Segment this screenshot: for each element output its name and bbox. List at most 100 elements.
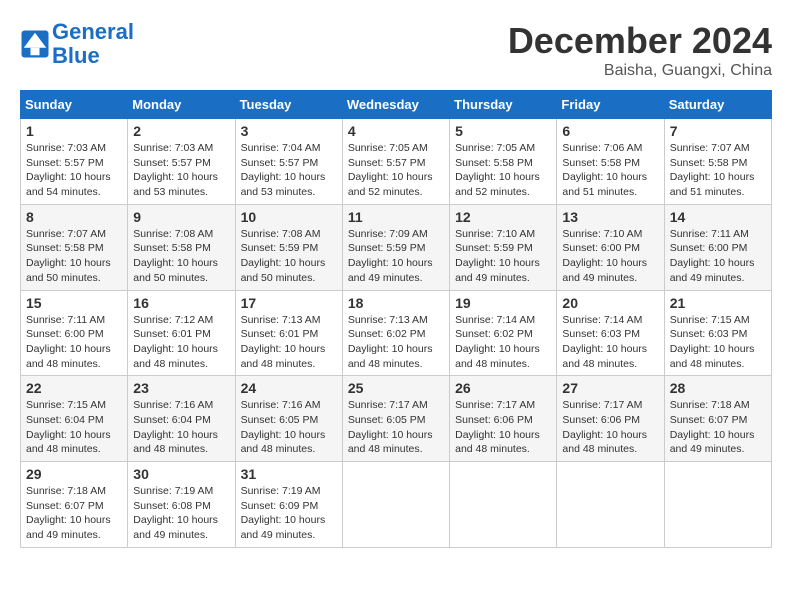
calendar-table: SundayMondayTuesdayWednesdayThursdayFrid… [20,90,772,548]
day-info: Sunrise: 7:07 AMSunset: 5:58 PMDaylight:… [26,228,111,284]
day-number: 19 [455,295,551,311]
day-info: Sunrise: 7:03 AMSunset: 5:57 PMDaylight:… [26,142,111,198]
day-info: Sunrise: 7:09 AMSunset: 5:59 PMDaylight:… [348,228,433,284]
calendar-day-14: 14 Sunrise: 7:11 AMSunset: 6:00 PMDayligh… [664,204,771,290]
calendar-day-27: 27Sunrise: 7:17 AMSunset: 6:06 PMDayligh… [557,376,664,462]
calendar-day-11: 11 Sunrise: 7:09 AMSunset: 5:59 PMDayligh… [342,204,449,290]
calendar-day-24: 24Sunrise: 7:16 AMSunset: 6:05 PMDayligh… [235,376,342,462]
calendar-day-29: 29 Sunrise: 7:18 AMSunset: 6:07 PMDayligh… [21,462,128,548]
title-block: December 2024 Baisha, Guangxi, China [508,20,772,80]
calendar-day-12: 12 Sunrise: 7:10 AMSunset: 5:59 PMDayligh… [450,204,557,290]
logo-text: General Blue [52,20,134,68]
calendar-day-15: 15 Sunrise: 7:11 AMSunset: 6:00 PMDayligh… [21,290,128,376]
day-number: 12 [455,209,551,225]
day-number: 9 [133,209,229,225]
day-number: 20 [562,295,658,311]
day-number: 29 [26,466,122,482]
day-info: Sunrise: 7:06 AMSunset: 5:58 PMDaylight:… [562,142,647,198]
day-info: Sunrise: 7:13 AMSunset: 6:01 PMDaylight:… [241,314,326,370]
calendar-day-31: 31 Sunrise: 7:19 AMSunset: 6:09 PMDayligh… [235,462,342,548]
day-number: 28 [670,380,766,396]
day-info: Sunrise: 7:03 AMSunset: 5:57 PMDaylight:… [133,142,218,198]
day-info: Sunrise: 7:19 AMSunset: 6:09 PMDaylight:… [241,485,326,541]
calendar-day-13: 13 Sunrise: 7:10 AMSunset: 6:00 PMDayligh… [557,204,664,290]
day-number: 16 [133,295,229,311]
calendar-day-23: 23 Sunrise: 7:16 AMSunset: 6:04 PMDayligh… [128,376,235,462]
day-number: 3 [241,123,337,139]
day-info: Sunrise: 7:16 AMSunset: 6:04 PMDaylight:… [133,399,218,455]
calendar-day-2: 2 Sunrise: 7:03 AMSunset: 5:57 PMDaylight… [128,119,235,205]
day-number: 2 [133,123,229,139]
day-info: Sunrise: 7:14 AMSunset: 6:03 PMDaylight:… [562,314,647,370]
day-number: 5 [455,123,551,139]
day-number: 14 [670,209,766,225]
day-info: Sunrise: 7:05 AMSunset: 5:57 PMDaylight:… [348,142,433,198]
day-info: Sunrise: 7:08 AMSunset: 5:59 PMDaylight:… [241,228,326,284]
day-info: Sunrise: 7:17 AMSunset: 6:05 PMDaylight:… [348,399,433,455]
day-info: Sunrise: 7:08 AMSunset: 5:58 PMDaylight:… [133,228,218,284]
logo: General Blue [20,20,134,68]
day-info: Sunrise: 7:04 AMSunset: 5:57 PMDaylight:… [241,142,326,198]
day-number: 4 [348,123,444,139]
page-header: General Blue December 2024 Baisha, Guang… [20,20,772,80]
day-info: Sunrise: 7:17 AMSunset: 6:06 PMDaylight:… [562,399,647,455]
calendar-day-19: 19 Sunrise: 7:14 AMSunset: 6:02 PMDayligh… [450,290,557,376]
day-number: 30 [133,466,229,482]
day-info: Sunrise: 7:07 AMSunset: 5:58 PMDaylight:… [670,142,755,198]
day-header-friday: Friday [557,91,664,119]
day-info: Sunrise: 7:05 AMSunset: 5:58 PMDaylight:… [455,142,540,198]
calendar-day-empty [450,462,557,548]
day-number: 18 [348,295,444,311]
day-header-wednesday: Wednesday [342,91,449,119]
day-info: Sunrise: 7:10 AMSunset: 5:59 PMDaylight:… [455,228,540,284]
day-number: 26 [455,380,551,396]
day-number: 8 [26,209,122,225]
calendar-day-7: 7 Sunrise: 7:07 AMSunset: 5:58 PMDaylight… [664,119,771,205]
calendar-day-8: 8 Sunrise: 7:07 AMSunset: 5:58 PMDaylight… [21,204,128,290]
calendar-day-22: 22Sunrise: 7:15 AMSunset: 6:04 PMDayligh… [21,376,128,462]
day-number: 17 [241,295,337,311]
calendar-day-4: 4 Sunrise: 7:05 AMSunset: 5:57 PMDaylight… [342,119,449,205]
day-header-monday: Monday [128,91,235,119]
day-number: 13 [562,209,658,225]
day-number: 31 [241,466,337,482]
calendar-day-6: 6 Sunrise: 7:06 AMSunset: 5:58 PMDaylight… [557,119,664,205]
day-header-thursday: Thursday [450,91,557,119]
calendar-day-9: 9 Sunrise: 7:08 AMSunset: 5:58 PMDaylight… [128,204,235,290]
day-number: 15 [26,295,122,311]
calendar-day-empty [342,462,449,548]
calendar-day-18: 18 Sunrise: 7:13 AMSunset: 6:02 PMDayligh… [342,290,449,376]
day-number: 6 [562,123,658,139]
logo-icon [20,29,50,59]
day-info: Sunrise: 7:12 AMSunset: 6:01 PMDaylight:… [133,314,218,370]
day-info: Sunrise: 7:13 AMSunset: 6:02 PMDaylight:… [348,314,433,370]
day-number: 23 [133,380,229,396]
calendar-week-2: 8 Sunrise: 7:07 AMSunset: 5:58 PMDaylight… [21,204,772,290]
calendar-day-17: 17 Sunrise: 7:13 AMSunset: 6:01 PMDayligh… [235,290,342,376]
calendar-day-1: 1Sunrise: 7:03 AMSunset: 5:57 PMDaylight… [21,119,128,205]
day-info: Sunrise: 7:15 AMSunset: 6:04 PMDaylight:… [26,399,111,455]
day-info: Sunrise: 7:11 AMSunset: 6:00 PMDaylight:… [670,228,755,284]
day-number: 7 [670,123,766,139]
calendar-day-28: 28Sunrise: 7:18 AMSunset: 6:07 PMDayligh… [664,376,771,462]
calendar-day-16: 16 Sunrise: 7:12 AMSunset: 6:01 PMDayligh… [128,290,235,376]
calendar-day-30: 30 Sunrise: 7:19 AMSunset: 6:08 PMDayligh… [128,462,235,548]
day-info: Sunrise: 7:16 AMSunset: 6:05 PMDaylight:… [241,399,326,455]
day-header-saturday: Saturday [664,91,771,119]
calendar-week-1: 1Sunrise: 7:03 AMSunset: 5:57 PMDaylight… [21,119,772,205]
calendar-day-empty [557,462,664,548]
day-info: Sunrise: 7:14 AMSunset: 6:02 PMDaylight:… [455,314,540,370]
day-info: Sunrise: 7:10 AMSunset: 6:00 PMDaylight:… [562,228,647,284]
calendar-week-4: 22Sunrise: 7:15 AMSunset: 6:04 PMDayligh… [21,376,772,462]
day-header-sunday: Sunday [21,91,128,119]
day-number: 11 [348,209,444,225]
day-info: Sunrise: 7:15 AMSunset: 6:03 PMDaylight:… [670,314,755,370]
calendar-day-20: 20 Sunrise: 7:14 AMSunset: 6:03 PMDayligh… [557,290,664,376]
day-info: Sunrise: 7:11 AMSunset: 6:00 PMDaylight:… [26,314,111,370]
day-info: Sunrise: 7:19 AMSunset: 6:08 PMDaylight:… [133,485,218,541]
calendar-day-26: 26Sunrise: 7:17 AMSunset: 6:06 PMDayligh… [450,376,557,462]
calendar-day-10: 10Sunrise: 7:08 AMSunset: 5:59 PMDayligh… [235,204,342,290]
location: Baisha, Guangxi, China [508,62,772,80]
day-info: Sunrise: 7:18 AMSunset: 6:07 PMDaylight:… [26,485,111,541]
day-number: 21 [670,295,766,311]
